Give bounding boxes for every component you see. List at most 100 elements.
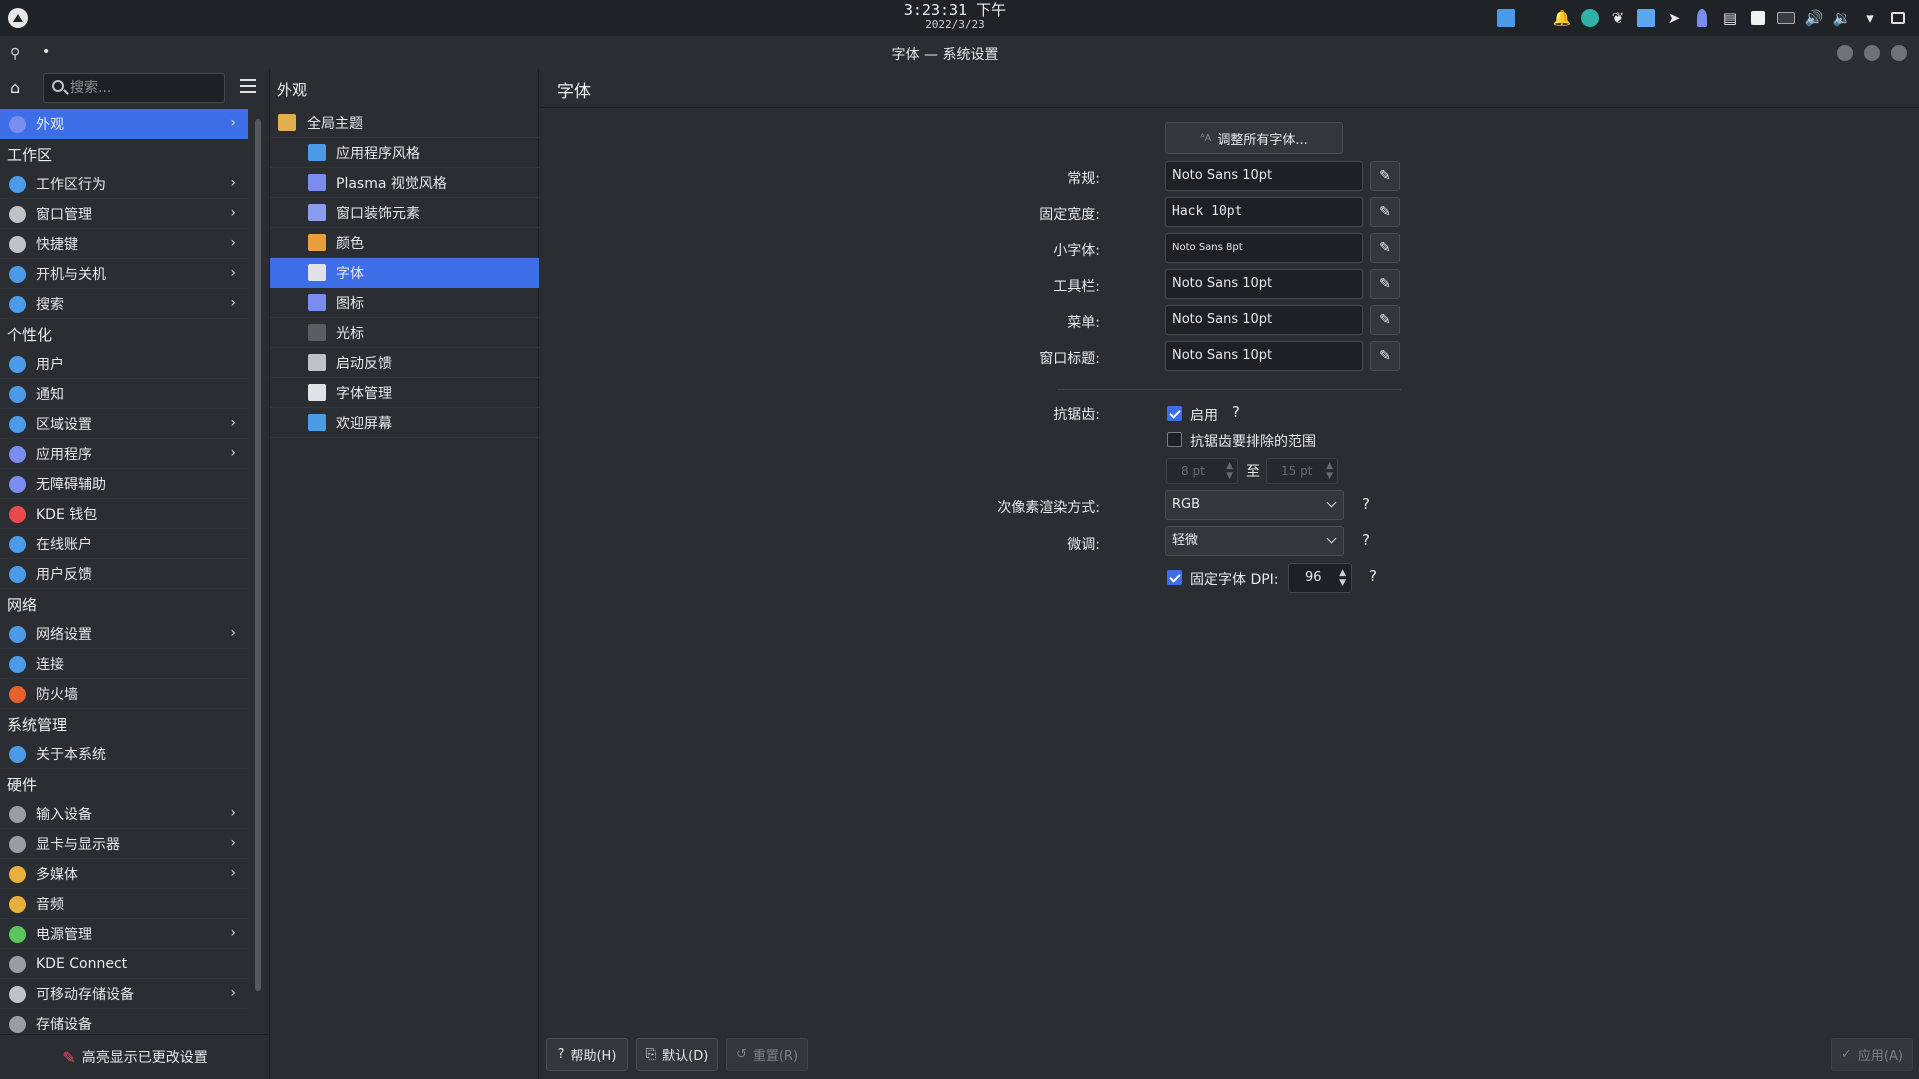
sidebar-item[interactable]: 用户反馈 xyxy=(0,559,248,589)
sidebar-item[interactable]: 关于本系统 xyxy=(0,739,248,769)
subcategory-item[interactable]: 欢迎屏幕 xyxy=(270,408,539,438)
font-value-field[interactable]: Hack 10pt xyxy=(1165,197,1363,227)
expand-tray-icon[interactable]: ▾ xyxy=(1859,7,1881,29)
phone-icon xyxy=(9,956,26,973)
chevron-down-icon xyxy=(1326,497,1337,508)
edit-font-button[interactable]: ✎ xyxy=(1370,197,1400,227)
sidebar-item[interactable]: 无障碍辅助 xyxy=(0,469,248,499)
sidebar-item[interactable]: 用户 xyxy=(0,349,248,379)
defaults-button[interactable]: ⎘ 默认(D) xyxy=(636,1038,718,1071)
reset-button[interactable]: ↺ 重置(R) xyxy=(726,1038,808,1071)
range-from-spinbox: 8 pt ▲ ▼ xyxy=(1166,458,1238,484)
sidebar-item[interactable]: 窗口管理 › xyxy=(0,199,248,229)
display-tray-icon[interactable] xyxy=(1635,7,1657,29)
sidebar-scrollbar[interactable] xyxy=(255,119,261,991)
sidebar-item[interactable]: 搜索 › xyxy=(0,289,248,319)
fixed-dpi-checkbox[interactable] xyxy=(1167,570,1182,585)
subcategory-item[interactable]: 全局主题 xyxy=(270,108,539,138)
fixed-dpi-help-icon[interactable]: ? xyxy=(1369,567,1377,585)
subcategory-item[interactable]: 应用程序风格 xyxy=(270,138,539,168)
font-scale-icon: ᴬA xyxy=(1200,132,1212,144)
edit-font-button[interactable]: ✎ xyxy=(1370,161,1400,191)
help-button[interactable]: ? 帮助(H) xyxy=(546,1038,628,1071)
sidebar-item[interactable]: 网络设置 › xyxy=(0,619,248,649)
sidebar-item[interactable]: 防火墙 xyxy=(0,679,248,709)
sidebar-item[interactable]: 外观 › xyxy=(0,109,248,139)
edit-font-button[interactable]: ✎ xyxy=(1370,341,1400,371)
font-value-field[interactable]: Noto Sans 10pt xyxy=(1165,161,1363,191)
spin-arrows-icon: ▲ ▼ xyxy=(1226,461,1233,481)
sidebar-item[interactable]: 可移动存储设备 › xyxy=(0,979,248,1009)
close-button[interactable] xyxy=(1891,45,1907,61)
edge-browser-icon[interactable] xyxy=(1579,7,1601,29)
subcategory-item[interactable]: 字体管理 xyxy=(270,378,539,408)
minimize-button[interactable] xyxy=(1837,45,1853,61)
application-launcher-icon[interactable] xyxy=(8,8,28,28)
sidebar-item-label: 可移动存储设备 xyxy=(36,986,134,1003)
subcategory-item-label: 字体 xyxy=(336,265,364,282)
maximize-button[interactable] xyxy=(1864,45,1880,61)
sidebar-item[interactable]: 工作区行为 › xyxy=(0,169,248,199)
sidebar-item[interactable]: 快捷键 › xyxy=(0,229,248,259)
sidebar-item[interactable]: 音频 xyxy=(0,889,248,919)
apply-button[interactable]: ✓ 应用(A) xyxy=(1831,1038,1913,1071)
clipboard-icon[interactable]: ▤ xyxy=(1719,7,1741,29)
font-value-field[interactable]: Noto Sans 10pt xyxy=(1165,305,1363,335)
sidebar-item[interactable]: 存储设备 xyxy=(0,1009,248,1034)
edit-font-button[interactable]: ✎ xyxy=(1370,305,1400,335)
edit-font-button[interactable]: ✎ xyxy=(1370,269,1400,299)
sidebar-item[interactable]: 电源管理 › xyxy=(0,919,248,949)
subcategory-item[interactable]: 颜色 xyxy=(270,228,539,258)
hamburger-menu-icon[interactable] xyxy=(240,79,256,93)
leaf-icon[interactable]: ❦ xyxy=(1607,7,1629,29)
antialias-checkbox[interactable] xyxy=(1167,406,1182,421)
hinting-select[interactable]: 轻微 xyxy=(1165,526,1344,556)
adjust-all-fonts-label: 调整所有字体... xyxy=(1217,132,1308,148)
antialias-help-icon[interactable]: ? xyxy=(1232,403,1240,421)
subpixel-help-icon[interactable]: ? xyxy=(1362,495,1370,513)
volume-muted-icon[interactable]: 🔉 xyxy=(1831,7,1853,29)
app-tray-icon[interactable] xyxy=(1495,7,1517,29)
subcategory-item[interactable]: Plasma 视觉风格 xyxy=(270,168,539,198)
sidebar-item[interactable]: 在线账户 xyxy=(0,529,248,559)
exclude-range-checkbox[interactable] xyxy=(1167,432,1182,447)
edit-font-button[interactable]: ✎ xyxy=(1370,233,1400,263)
volume-icon[interactable]: 🔊 xyxy=(1803,7,1825,29)
subcategory-item[interactable]: 启动反馈 xyxy=(270,348,539,378)
sidebar-item[interactable]: KDE 钱包 xyxy=(0,499,248,529)
highlight-changed-settings-button[interactable]: ✎ 高亮显示已更改设置 xyxy=(0,1034,270,1079)
sidebar-item[interactable]: 连接 xyxy=(0,649,248,679)
dpi-spinbox[interactable]: 96 ▲ ▼ xyxy=(1288,563,1352,593)
display-config-icon[interactable] xyxy=(1775,7,1797,29)
applications-icon xyxy=(9,446,26,463)
subcategory-item[interactable]: 窗口装饰元素 xyxy=(270,198,539,228)
notification-bell-icon[interactable]: 🔔 xyxy=(1551,7,1573,29)
home-icon[interactable]: ⌂ xyxy=(10,78,30,98)
telegram-icon[interactable]: ➤ xyxy=(1663,7,1685,29)
subcategory-item[interactable]: 图标 xyxy=(270,288,539,318)
user-tray-icon[interactable] xyxy=(1691,7,1713,29)
white-square-icon[interactable] xyxy=(1747,7,1769,29)
sidebar-item[interactable]: 开机与关机 › xyxy=(0,259,248,289)
subcategory-item[interactable]: 字体 xyxy=(270,258,539,288)
subpixel-select[interactable]: RGB xyxy=(1165,490,1344,520)
digital-clock[interactable]: 3:23:31 下午 2022/3/23 xyxy=(860,2,1050,31)
sidebar-item[interactable]: 输入设备 › xyxy=(0,799,248,829)
subpixel-value: RGB xyxy=(1172,497,1201,512)
adjust-all-fonts-button[interactable]: ᴬA 调整所有字体... xyxy=(1165,122,1343,154)
sidebar-item-label: 搜索 xyxy=(36,296,64,313)
sidebar-item[interactable]: 显卡与显示器 › xyxy=(0,829,248,859)
sidebar-item[interactable]: 区域设置 › xyxy=(0,409,248,439)
sidebar-item[interactable]: 应用程序 › xyxy=(0,439,248,469)
subcategory-item[interactable]: 光标 xyxy=(270,318,539,348)
font-value-field[interactable]: Noto Sans 8pt xyxy=(1165,233,1363,263)
font-value-field[interactable]: Noto Sans 10pt xyxy=(1165,341,1363,371)
sidebar-item-label: 用户 xyxy=(36,356,64,373)
sidebar-item[interactable]: KDE Connect xyxy=(0,949,248,979)
show-desktop-icon[interactable] xyxy=(1887,7,1909,29)
sidebar-item[interactable]: 多媒体 › xyxy=(0,859,248,889)
font-value-field[interactable]: Noto Sans 10pt xyxy=(1165,269,1363,299)
search-input[interactable]: 搜索... xyxy=(43,73,225,103)
sidebar-item[interactable]: 通知 xyxy=(0,379,248,409)
hinting-help-icon[interactable]: ? xyxy=(1362,531,1370,549)
